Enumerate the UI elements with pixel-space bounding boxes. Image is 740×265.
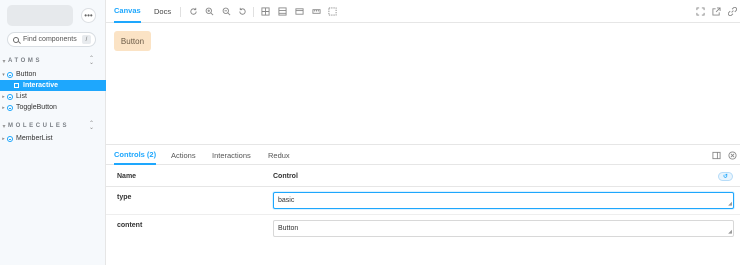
sidebar-item-label: ToggleButton	[16, 104, 57, 111]
section-atoms[interactable]: ▾ ATOMS ⌃ ⌄	[0, 55, 106, 67]
grid-icon[interactable]	[261, 7, 270, 16]
content-control-input[interactable]: Button ◢	[273, 220, 734, 237]
search-shortcut-key: /	[82, 35, 91, 44]
open-new-tab-icon[interactable]	[712, 7, 721, 16]
section-title: ATOMS	[8, 58, 43, 64]
preview-button[interactable]: Button	[114, 31, 151, 51]
sidebar-item-togglebutton[interactable]: ▸ ToggleButton	[0, 102, 106, 113]
panel-orientation-icon[interactable]	[712, 151, 721, 160]
background-icon[interactable]	[278, 7, 287, 16]
sidebar-item-label: List	[16, 93, 27, 100]
sidebar-item-label: Button	[16, 71, 37, 78]
chevron-down-icon: ▾	[2, 58, 6, 65]
toolbar: Canvas Docs	[106, 0, 740, 23]
zoom-out-icon[interactable]	[222, 7, 231, 16]
fullscreen-icon[interactable]	[696, 7, 705, 16]
copy-link-icon[interactable]	[728, 7, 737, 16]
input-value: basic	[278, 197, 295, 204]
table-row: type basic ◢	[106, 187, 740, 215]
tab-actions[interactable]: Actions	[171, 145, 196, 165]
sidebar-item-interactive[interactable]: Interactive	[0, 80, 106, 91]
sidebar: ••• Find components / ▾ ATOMS ⌃ ⌄ ▾ Butto…	[0, 0, 106, 265]
resize-handle-icon[interactable]: ◢	[728, 202, 732, 207]
component-icon	[7, 135, 13, 142]
column-header-name: Name	[117, 173, 137, 180]
chevron-right-icon: ▸	[2, 104, 5, 111]
expand-collapse-icon[interactable]: ⌃ ⌄	[89, 56, 94, 66]
measure-icon[interactable]	[312, 7, 321, 16]
zoom-reset-icon[interactable]	[238, 7, 247, 16]
addon-tabs: Controls (2) Actions Interactions Redux	[106, 145, 740, 165]
sidebar-item-list[interactable]: ▸ List	[0, 91, 106, 102]
preview-canvas: Button	[106, 24, 740, 144]
component-icon	[7, 93, 13, 100]
more-horizontal-icon: •••	[84, 10, 93, 20]
control-name: content	[117, 222, 143, 229]
menu-button[interactable]: •••	[81, 8, 96, 23]
reset-controls-button[interactable]: ↺	[718, 172, 733, 181]
story-icon	[14, 83, 19, 88]
reload-icon[interactable]	[189, 7, 198, 16]
table-row: content Button ◢	[106, 215, 740, 243]
sidebar-item-label: MemberList	[16, 135, 53, 142]
close-panel-icon[interactable]	[728, 151, 737, 160]
component-icon	[7, 71, 13, 78]
expand-collapse-icon[interactable]: ⌃ ⌄	[89, 121, 94, 131]
viewport-icon[interactable]	[295, 7, 304, 16]
chevron-right-icon: ▸	[2, 135, 5, 142]
chevron-right-icon: ▸	[2, 93, 5, 100]
tab-controls[interactable]: Controls (2)	[114, 145, 157, 165]
section-title: MOLECULES	[8, 123, 70, 129]
chevron-down-icon: ▾	[2, 71, 5, 78]
type-control-input[interactable]: basic ◢	[273, 192, 734, 209]
sidebar-item-memberlist[interactable]: ▸ MemberList	[0, 133, 106, 144]
search-input[interactable]: Find components	[23, 36, 82, 43]
sidebar-item-label: Interactive	[23, 82, 59, 89]
zoom-in-icon[interactable]	[205, 7, 214, 16]
column-header-control: Control	[273, 173, 298, 180]
storybook-logo[interactable]	[7, 5, 73, 26]
outline-icon[interactable]	[328, 7, 337, 16]
toolbar-divider	[253, 7, 254, 17]
chevron-down-icon: ▾	[2, 123, 6, 130]
component-icon	[7, 104, 13, 111]
resize-handle-icon[interactable]: ◢	[728, 230, 732, 235]
control-name: type	[117, 194, 132, 201]
tab-interactions[interactable]: Interactions	[212, 145, 251, 165]
controls-table-header: Name Control ↺	[106, 166, 740, 187]
toolbar-divider	[180, 7, 181, 17]
addons-panel: Controls (2) Actions Interactions Redux …	[106, 144, 740, 265]
search-field[interactable]: Find components /	[7, 32, 96, 47]
section-molecules[interactable]: ▾ MOLECULES ⌃ ⌄	[0, 120, 106, 132]
input-value: Button	[278, 225, 299, 232]
tab-canvas[interactable]: Canvas	[114, 0, 141, 23]
undo-icon: ↺	[722, 174, 729, 180]
tab-redux[interactable]: Redux	[268, 145, 290, 165]
sidebar-item-button[interactable]: ▾ Button	[0, 69, 106, 80]
search-icon	[13, 36, 19, 43]
tab-docs[interactable]: Docs	[154, 0, 171, 23]
